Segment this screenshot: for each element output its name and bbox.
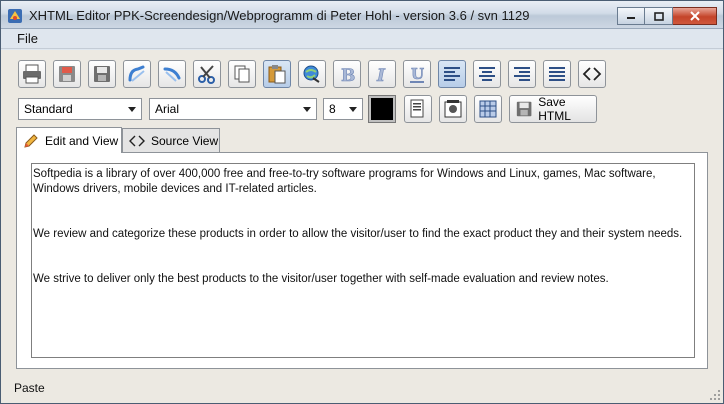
underline-button[interactable]: U: [403, 60, 431, 88]
editor-paragraph: [33, 242, 693, 257]
save-html-label: Save HTML: [538, 95, 571, 123]
align-center-button[interactable]: [473, 60, 501, 88]
font-select[interactable]: Arial: [149, 98, 317, 120]
window-title: XHTML Editor PPK-Screendesign/Webprogram…: [29, 8, 530, 23]
source-code-button[interactable]: [578, 60, 606, 88]
menu-file[interactable]: File: [17, 31, 38, 46]
pencil-icon: [24, 133, 38, 148]
print-icon: [23, 64, 41, 84]
svg-text:I: I: [376, 66, 386, 85]
table-icon: [479, 100, 497, 118]
close-button[interactable]: [673, 7, 717, 25]
open-file-button[interactable]: [53, 60, 81, 88]
align-center-icon: [479, 67, 495, 81]
document-icon: [410, 99, 424, 118]
tab-source-view-label: Source View: [151, 133, 219, 148]
size-select[interactable]: 8: [323, 98, 363, 120]
print-button[interactable]: [18, 60, 46, 88]
paste-icon: [268, 65, 286, 84]
redo-icon: [163, 67, 181, 82]
tab-panel-edit: Softpedia is a library of over 400,000 f…: [16, 152, 708, 369]
minimize-icon: [627, 17, 635, 19]
italic-button[interactable]: I: [368, 60, 396, 88]
tab-source-view[interactable]: Source View: [122, 128, 220, 152]
status-text: Paste: [14, 381, 45, 395]
editor-paragraph: [33, 257, 693, 272]
tab-edit-and-view[interactable]: Edit and View: [16, 127, 122, 153]
size-select-value: 8: [329, 102, 336, 116]
underline-icon: U: [410, 65, 424, 83]
undo-icon: [128, 65, 145, 82]
title-bar[interactable]: XHTML Editor PPK-Screendesign/Webprogram…: [1, 1, 723, 29]
insert-link-button[interactable]: [298, 60, 326, 88]
client-area: B I U Standard Arial 8 Save HTML Edit an…: [1, 50, 723, 403]
save-html-button[interactable]: Save HTML: [509, 95, 597, 123]
resize-grip-icon[interactable]: [709, 389, 721, 401]
align-left-icon: [444, 67, 460, 81]
insert-page-button[interactable]: [404, 95, 432, 123]
editor-paragraph: We review and categorize these products …: [33, 228, 683, 240]
copy-icon: [234, 65, 250, 83]
chevron-down-icon: [128, 107, 136, 112]
redo-button[interactable]: [158, 60, 186, 88]
align-justify-button[interactable]: [543, 60, 571, 88]
bold-button[interactable]: B: [333, 60, 361, 88]
editor-paragraph: Softpedia is a library of over 400,000 f…: [33, 168, 656, 195]
font-select-value: Arial: [155, 102, 180, 116]
text-color-swatch[interactable]: [368, 95, 396, 123]
save-button[interactable]: [88, 60, 116, 88]
window-controls: [617, 7, 717, 25]
undo-button[interactable]: [123, 60, 151, 88]
svg-text:U: U: [411, 65, 424, 83]
cut-button[interactable]: [193, 60, 221, 88]
source-code-icon: [129, 135, 145, 146]
source-code-icon: [582, 67, 602, 81]
maximize-button[interactable]: [645, 7, 673, 25]
app-window: XHTML Editor PPK-Screendesign/Webprogram…: [0, 0, 724, 404]
editor-area[interactable]: Softpedia is a library of over 400,000 f…: [31, 163, 695, 358]
bold-icon: B: [341, 66, 356, 85]
paste-button[interactable]: [263, 60, 291, 88]
status-bar: Paste: [1, 377, 723, 403]
close-icon: [689, 11, 700, 21]
align-right-icon: [514, 67, 530, 81]
editor-paragraph: We strive to deliver only the best produ…: [33, 273, 609, 285]
minimize-button[interactable]: [617, 7, 645, 25]
tab-edit-and-view-label: Edit and View: [45, 133, 119, 148]
editor-paragraph: [33, 212, 693, 227]
insert-link-icon: [303, 65, 320, 83]
image-icon: [444, 100, 462, 118]
copy-button[interactable]: [228, 60, 256, 88]
app-icon: [8, 9, 22, 23]
menu-bar: File: [1, 29, 723, 49]
chevron-down-icon: [349, 107, 357, 112]
italic-icon: I: [376, 66, 387, 85]
cut-icon: [198, 65, 215, 84]
style-select[interactable]: Standard: [18, 98, 142, 120]
align-justify-icon: [549, 67, 565, 81]
style-select-value: Standard: [24, 102, 73, 116]
align-right-button[interactable]: [508, 60, 536, 88]
insert-table-button[interactable]: [474, 95, 502, 123]
svg-text:B: B: [341, 66, 355, 85]
save-icon: [94, 66, 110, 82]
chevron-down-icon: [303, 107, 311, 112]
maximize-icon: [653, 11, 664, 21]
save-icon: [516, 101, 532, 117]
align-left-button[interactable]: [438, 60, 466, 88]
open-file-icon: [59, 66, 75, 82]
editor-paragraph: [33, 197, 693, 212]
insert-image-button[interactable]: [439, 95, 467, 123]
